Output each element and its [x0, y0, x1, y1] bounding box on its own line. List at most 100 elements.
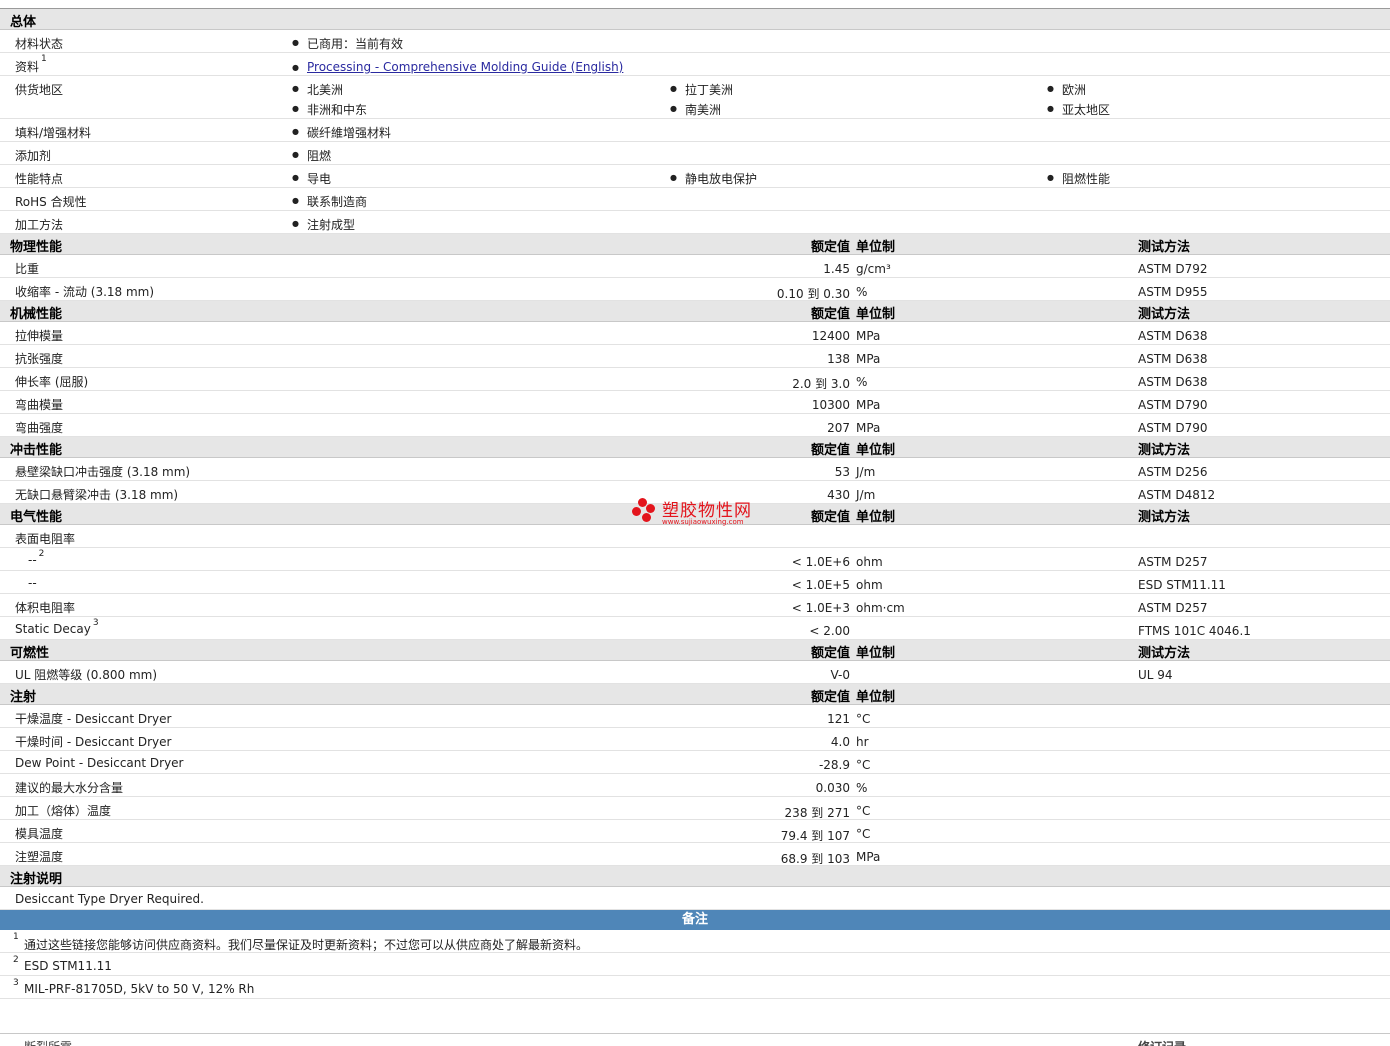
- col-header-unit: 单位制: [856, 307, 896, 322]
- col-header-value: 额定值: [810, 646, 850, 661]
- row-features: 性能特点 导电 静电放电保护 阻燃性能: [0, 165, 1390, 188]
- section-flammability: 可燃性 额定值 单位制 测试方法: [0, 640, 1390, 661]
- row-value: -28.9: [818, 758, 850, 772]
- row-label: 比重: [15, 262, 40, 276]
- note-text: 通过这些链接您能够访问供应商资料。我们尽量保证及时更新资料；不过您可以从供应商处…: [24, 938, 589, 952]
- row-value: 207: [827, 421, 850, 435]
- table-row: 抗张强度 138 MPa ASTM D638: [0, 345, 1390, 368]
- section-title: 可燃性: [10, 646, 50, 661]
- row-value: 1.45: [823, 262, 850, 276]
- row-label: 建议的最大水分含量: [15, 781, 124, 795]
- row-label: 性能特点: [15, 172, 64, 186]
- row-method: ASTM D257: [1138, 601, 1208, 615]
- watermark-url: www.sujiaowuxing.com: [662, 518, 744, 526]
- row-rohs: RoHS 合规性 联系制造商: [0, 188, 1390, 211]
- row-label: 抗张强度: [15, 352, 64, 366]
- remark-note: 2 ESD STM11.11: [0, 953, 1390, 976]
- col-header-method: 测试方法: [1138, 510, 1191, 525]
- bullet-value: 联系制造商: [292, 193, 367, 210]
- remark-note: 3 MIL-PRF-81705D, 5kV to 50 V, 12% Rh: [0, 976, 1390, 999]
- region-item: 非洲和中东: [292, 101, 367, 118]
- col-header-value: 额定值: [810, 690, 850, 705]
- row-label: 干燥温度 - Desiccant Dryer: [15, 712, 172, 726]
- row-method: ASTM D4812: [1138, 488, 1216, 502]
- row-value: 238 到 271: [784, 806, 850, 820]
- row-value: 0.030: [815, 781, 850, 795]
- table-row: 体积电阻率 < 1.0E+3 ohm·cm ASTM D257: [0, 594, 1390, 617]
- region-item: 南美洲: [670, 101, 721, 118]
- table-row: 加工（熔体）温度 238 到 271 °C: [0, 797, 1390, 820]
- row-unit: ohm·cm: [856, 601, 905, 615]
- row-label: 注塑温度: [15, 850, 64, 864]
- row-unit: ohm: [856, 555, 883, 569]
- region-item: 欧洲: [1047, 81, 1086, 98]
- section-mechanical: 机械性能 额定值 单位制 测试方法: [0, 301, 1390, 322]
- region-item: 北美洲: [292, 81, 343, 98]
- note-number: 3: [13, 978, 19, 988]
- row-unit: J/m: [856, 488, 876, 502]
- top-border: [0, 0, 1390, 9]
- table-row: 干燥温度 - Desiccant Dryer 121 °C: [0, 705, 1390, 728]
- section-title: 电气性能: [10, 510, 63, 525]
- row-label: 体积电阻率: [15, 601, 76, 615]
- row-label: 添加剂: [15, 149, 52, 163]
- col-header-value: 额定值: [810, 443, 850, 458]
- row-docs: 资料1 Processing - Comprehensive Molding G…: [0, 53, 1390, 76]
- bullet-link-wrap: Processing - Comprehensive Molding Guide…: [292, 60, 623, 74]
- row-unit: ohm: [856, 578, 883, 592]
- row-label: 填料/增强材料: [15, 126, 92, 140]
- note-text: Desiccant Type Dryer Required.: [15, 892, 204, 906]
- row-label: Dew Point - Desiccant Dryer: [15, 756, 184, 770]
- row-value: 68.9 到 103: [780, 852, 850, 866]
- row-label: 弯曲强度: [15, 421, 64, 435]
- table-row: 比重 1.45 g/cm³ ASTM D792: [0, 255, 1390, 278]
- footnote-ref: 2: [38, 549, 45, 559]
- row-unit: MPa: [856, 850, 881, 864]
- row-unit: MPa: [856, 421, 881, 435]
- docs-label: 资料: [15, 60, 40, 74]
- row-label: 无缺口悬臂梁冲击 (3.18 mm): [15, 488, 179, 502]
- row-label: 加工（熔体）温度: [15, 804, 112, 818]
- row-label: Static Decay 3: [15, 618, 99, 636]
- col-header-unit: 单位制: [856, 240, 896, 255]
- col-header-unit: 单位制: [856, 646, 896, 661]
- row-label: 表面电阻率: [15, 532, 76, 546]
- row-method: ASTM D790: [1138, 421, 1208, 435]
- row-label: 模具温度: [15, 827, 64, 841]
- table-row: 模具温度 79.4 到 107 °C: [0, 820, 1390, 843]
- watermark-logo: 塑胶物性网 www.sujiaowuxing.com: [632, 496, 762, 530]
- row-unit: °C: [856, 804, 871, 818]
- col-header-method: 测试方法: [1138, 240, 1191, 255]
- bullet-value: 碳纤維增强材料: [292, 124, 391, 141]
- row-method: ASTM D256: [1138, 465, 1208, 479]
- row-value: 53: [834, 465, 850, 479]
- row-value: 10300: [811, 398, 850, 412]
- row-unit: %: [856, 285, 868, 299]
- row-label: -- 2: [28, 549, 44, 567]
- note-text: ESD STM11.11: [24, 959, 112, 973]
- row-unit: MPa: [856, 329, 881, 343]
- row-unit: g/cm³: [856, 262, 891, 276]
- row-value: V-0: [830, 668, 850, 682]
- table-row: 建议的最大水分含量 0.030 %: [0, 774, 1390, 797]
- section-title: 物理性能: [10, 240, 63, 255]
- table-row: 悬壁梁缺口冲击强度 (3.18 mm) 53 J/m ASTM D256: [0, 458, 1390, 481]
- row-value: < 1.0E+3: [791, 601, 850, 615]
- row-label: UL 阻燃等级 (0.800 mm): [15, 668, 158, 682]
- section-title: 注射说明: [10, 872, 63, 887]
- section-title: 注射: [10, 690, 37, 705]
- row-method: UL 94: [1138, 668, 1173, 682]
- row-method: ASTM D792: [1138, 262, 1208, 276]
- footnote-ref: 1: [41, 54, 47, 64]
- table-row: Dew Point - Desiccant Dryer -28.9 °C: [0, 751, 1390, 774]
- section-injection: 注射 额定值 单位制: [0, 684, 1390, 705]
- molding-guide-link[interactable]: Processing - Comprehensive Molding Guide…: [307, 60, 623, 74]
- col-header-value: 额定值: [810, 307, 850, 322]
- row-value: 12400: [811, 329, 850, 343]
- row-label: RoHS 合规性: [15, 195, 87, 209]
- row-label: 材料状态: [15, 37, 64, 51]
- row-method: ESD STM11.11: [1138, 578, 1226, 592]
- section-injection-notes: 注射说明: [0, 866, 1390, 887]
- row-method: ASTM D257: [1138, 555, 1208, 569]
- bullet-value: 已商用：当前有效: [292, 35, 403, 52]
